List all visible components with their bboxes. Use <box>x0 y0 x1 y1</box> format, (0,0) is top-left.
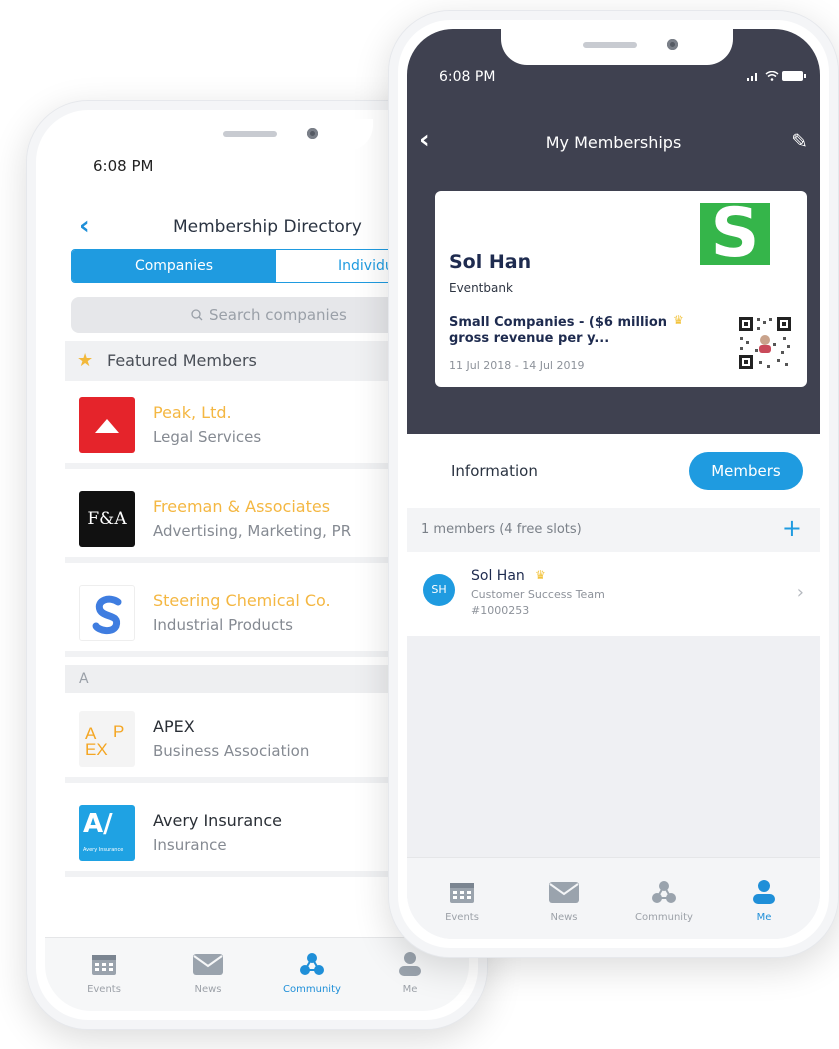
camera <box>307 128 318 139</box>
tab-bar: Events News Community Me <box>45 937 469 1011</box>
community-icon <box>652 881 676 903</box>
chevron-right-icon: › <box>796 582 804 603</box>
steering-logo <box>79 585 135 641</box>
member-id: #1000253 <box>471 604 530 617</box>
member-organization: Eventbank <box>449 281 513 295</box>
search-icon <box>191 309 203 321</box>
volume-up-button <box>26 297 27 357</box>
freeman-logo-text: F&A <box>87 509 127 529</box>
member-name: Sol Han <box>449 251 532 273</box>
member-team: Customer Success Team <box>471 588 605 601</box>
tab-label: Community <box>283 984 341 995</box>
tab-events[interactable]: Events <box>417 880 507 923</box>
tab-bar: Events News Community Me <box>407 857 820 939</box>
tab-label: News <box>194 984 222 995</box>
membership-plan: Small Companies - ($6 million gross reve… <box>449 315 668 346</box>
battery-icon <box>782 71 806 81</box>
add-member-plus-icon[interactable]: + <box>782 514 802 542</box>
members-count-row: 1 members (4 free slots) + <box>407 508 820 552</box>
company-category: Legal Services <box>153 428 262 446</box>
page-title: My Memberships <box>545 133 682 152</box>
company-name: Peak, Ltd. <box>153 403 232 422</box>
tab-label: Events <box>87 984 121 995</box>
eventbank-logo: S <box>700 200 770 268</box>
back-chevron-icon[interactable]: ‹ <box>79 211 90 241</box>
status-time: 6:08 PM <box>93 157 154 175</box>
page-title: Membership Directory <box>173 217 362 237</box>
member-category: Insurance <box>153 836 227 854</box>
featured-label: Featured Members <box>107 351 257 370</box>
person-icon <box>399 952 421 976</box>
avery-logo-text: A/ <box>83 809 113 839</box>
camera <box>667 39 678 50</box>
freeman-logo: F&A <box>79 491 135 547</box>
tab-label: News <box>550 912 578 923</box>
signal-icon <box>747 73 757 81</box>
speaker <box>223 131 277 137</box>
apex-logo: A P EX <box>79 711 135 767</box>
tab-community[interactable]: Community <box>619 880 709 923</box>
speaker <box>583 42 637 48</box>
header: 6:08 PM ‹ My Memberships ✎ S Sol Han Eve… <box>407 29 820 434</box>
star-icon: ★ <box>77 350 94 371</box>
svg-text:P: P <box>113 722 124 741</box>
members-count: 1 members (4 free slots) <box>421 522 582 537</box>
calendar-icon <box>92 955 116 975</box>
tab-label: Community <box>635 912 693 923</box>
notch <box>141 119 373 151</box>
svg-text:EX: EX <box>85 740 108 759</box>
crown-icon: ♛ <box>673 313 684 327</box>
company-category: Advertising, Marketing, PR <box>153 522 352 540</box>
tab-me[interactable]: Me <box>365 952 455 995</box>
tab-companies[interactable]: Companies <box>72 250 276 282</box>
member-list-item[interactable]: SH Sol Han ♛ Customer Success Team #1000… <box>407 552 820 636</box>
membership-dates: 11 Jul 2018 - 14 Jul 2019 <box>449 359 585 372</box>
avatar: SH <box>423 574 455 606</box>
membership-card[interactable]: S Sol Han Eventbank Small Companies - ($… <box>435 191 807 387</box>
member-name: APEX <box>153 717 195 736</box>
volume-down-button <box>26 375 27 435</box>
tab-label: Events <box>445 912 479 923</box>
tab-me[interactable]: Me <box>719 880 809 923</box>
edit-pencil-icon[interactable]: ✎ <box>791 129 808 153</box>
community-icon <box>300 953 324 975</box>
wifi-icon <box>765 70 778 81</box>
crown-icon: ♛ <box>535 568 546 582</box>
company-name: Freeman & Associates <box>153 497 331 516</box>
mute-switch <box>26 227 27 263</box>
company-name: Steering Chemical Co. <box>153 591 331 610</box>
peak-logo <box>79 397 135 453</box>
person-icon <box>753 880 775 904</box>
tab-community[interactable]: Community <box>267 952 357 995</box>
tab-label: Me <box>402 984 418 995</box>
right-phone: 6:08 PM ‹ My Memberships ✎ S Sol Han Eve… <box>388 10 839 958</box>
member-name: Avery Insurance <box>153 811 282 830</box>
search-placeholder: Search companies <box>209 306 347 324</box>
tab-members[interactable]: Members <box>689 452 803 490</box>
avery-logo: A/ Avery Insurance <box>79 805 135 861</box>
tab-events[interactable]: Events <box>59 952 149 995</box>
tab-switcher: Information Members <box>407 434 820 508</box>
tab-label: Me <box>756 912 772 923</box>
tab-information[interactable]: Information <box>451 462 538 480</box>
notch <box>501 29 733 65</box>
tab-news[interactable]: News <box>163 952 253 995</box>
envelope-icon <box>193 954 223 975</box>
member-name: Sol Han <box>471 568 525 584</box>
qr-code-icon <box>737 315 793 371</box>
avery-logo-caption: Avery Insurance <box>83 847 124 853</box>
right-screen: 6:08 PM ‹ My Memberships ✎ S Sol Han Eve… <box>407 29 820 939</box>
envelope-icon <box>549 882 579 903</box>
tab-news[interactable]: News <box>519 880 609 923</box>
member-category: Business Association <box>153 742 310 760</box>
calendar-icon <box>450 883 474 903</box>
company-category: Industrial Products <box>153 616 293 634</box>
status-time: 6:08 PM <box>439 69 496 85</box>
status-icons <box>747 70 806 84</box>
